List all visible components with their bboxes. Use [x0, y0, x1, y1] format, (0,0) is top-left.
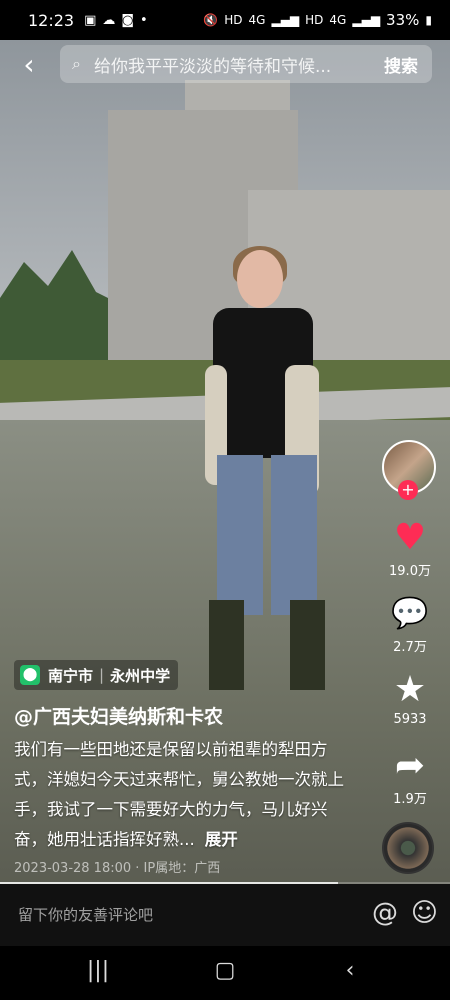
status-time: 12:23: [28, 10, 75, 30]
author-name[interactable]: @广西夫妇美纳斯和卡农: [14, 702, 354, 729]
emoji-icon[interactable]: ☺: [411, 898, 438, 928]
expand-button[interactable]: 展开: [205, 830, 238, 849]
heart-icon: ♥: [393, 517, 427, 558]
description-text: 我们有一些田地还是保留以前祖辈的犁田方式，洋媳妇今天过来帮忙，舅公教她一次就上手…: [14, 740, 344, 849]
location-place: 永州中学: [110, 666, 171, 685]
dot-icon: •: [140, 12, 148, 28]
home-icon[interactable]: ▢: [205, 958, 245, 983]
comment-bar[interactable]: 留下你的友善评论吧 @ ☺: [0, 884, 450, 946]
network-label-2: 4G: [248, 13, 266, 27]
network-label-4: 4G: [329, 13, 347, 27]
person-head: [237, 250, 283, 308]
search-box[interactable]: ⌕ 给你我平平淡淡的等待和守候... 搜索: [60, 45, 432, 83]
like-count: 19.0万: [389, 564, 431, 579]
location-pin-icon: ⬤: [20, 665, 40, 685]
search-button[interactable]: 搜索: [384, 52, 418, 77]
back-nav-icon[interactable]: ‹: [330, 958, 370, 983]
share-count: 1.9万: [393, 792, 427, 807]
mute-icon: 🔇: [203, 13, 219, 27]
share-button[interactable]: ➦ 1.9万: [370, 745, 450, 808]
signal-icon-2: ▂▄▆: [352, 13, 381, 27]
search-placeholder: 给你我平平淡淡的等待和守候...: [94, 56, 332, 77]
status-icons-right: 🔇 HD 4G ▂▄▆ HD 4G ▂▄▆ 33% ▮: [203, 0, 432, 40]
chevron-left-icon: ‹: [23, 48, 35, 81]
cloud-icon: ☁: [102, 12, 116, 28]
post-date-location: 2023-03-28 18:00 · IP属地：广西: [14, 861, 221, 876]
video-description: 我们有一些田地还是保留以前祖辈的犁田方式，洋媳妇今天过来帮忙，舅公教她一次就上手…: [14, 735, 344, 855]
comment-button[interactable]: 💬 2.7万: [370, 594, 450, 655]
status-icons-left: ▣ ☁ ◙ •: [84, 13, 148, 28]
like-button[interactable]: ♥ 19.0万: [370, 517, 450, 580]
mention-icon[interactable]: @: [372, 898, 398, 928]
gallery-icon: ▣: [84, 12, 97, 28]
comment-input-placeholder[interactable]: 留下你的友善评论吧: [18, 904, 153, 925]
system-nav-bar: ||| ▢ ‹: [0, 946, 450, 1000]
favorite-count: 5933: [393, 712, 427, 727]
network-label-1: HD: [224, 13, 243, 27]
recent-apps-icon[interactable]: |||: [78, 958, 118, 983]
follow-button[interactable]: +: [398, 480, 418, 500]
star-icon: ★: [393, 669, 427, 710]
favorite-button[interactable]: ★ 5933: [370, 669, 450, 728]
location-separator: |: [99, 666, 105, 684]
search-icon: ⌕: [72, 54, 81, 73]
app-icon: ◙: [121, 12, 135, 28]
battery-icon: ▮: [425, 13, 432, 27]
location-tag[interactable]: ⬤ 南宁市 | 永州中学: [14, 660, 179, 690]
signal-icon: ▂▄▆: [271, 13, 300, 27]
music-disc[interactable]: [382, 822, 434, 874]
location-city: 南宁市: [48, 666, 94, 685]
top-bar: ‹ ⌕ 给你我平平淡淡的等待和守候... 搜索: [0, 40, 450, 90]
share-arrow-icon: ➦: [394, 745, 426, 786]
status-bar: 12:23 ▣ ☁ ◙ • 🔇 HD 4G ▂▄▆ HD 4G ▂▄▆ 33% …: [0, 0, 450, 40]
comment-count: 2.7万: [393, 640, 427, 655]
battery-level: 33%: [386, 11, 420, 29]
comment-bubble-icon: 💬: [391, 596, 429, 631]
back-button[interactable]: ‹: [14, 48, 44, 82]
video-person: [205, 246, 325, 690]
person-legs: [217, 455, 317, 615]
video-info: ⬤ 南宁市 | 永州中学 @广西夫妇美纳斯和卡农 我们有一些田地还是保留以前祖辈…: [14, 660, 354, 876]
network-label-3: HD: [305, 13, 324, 27]
